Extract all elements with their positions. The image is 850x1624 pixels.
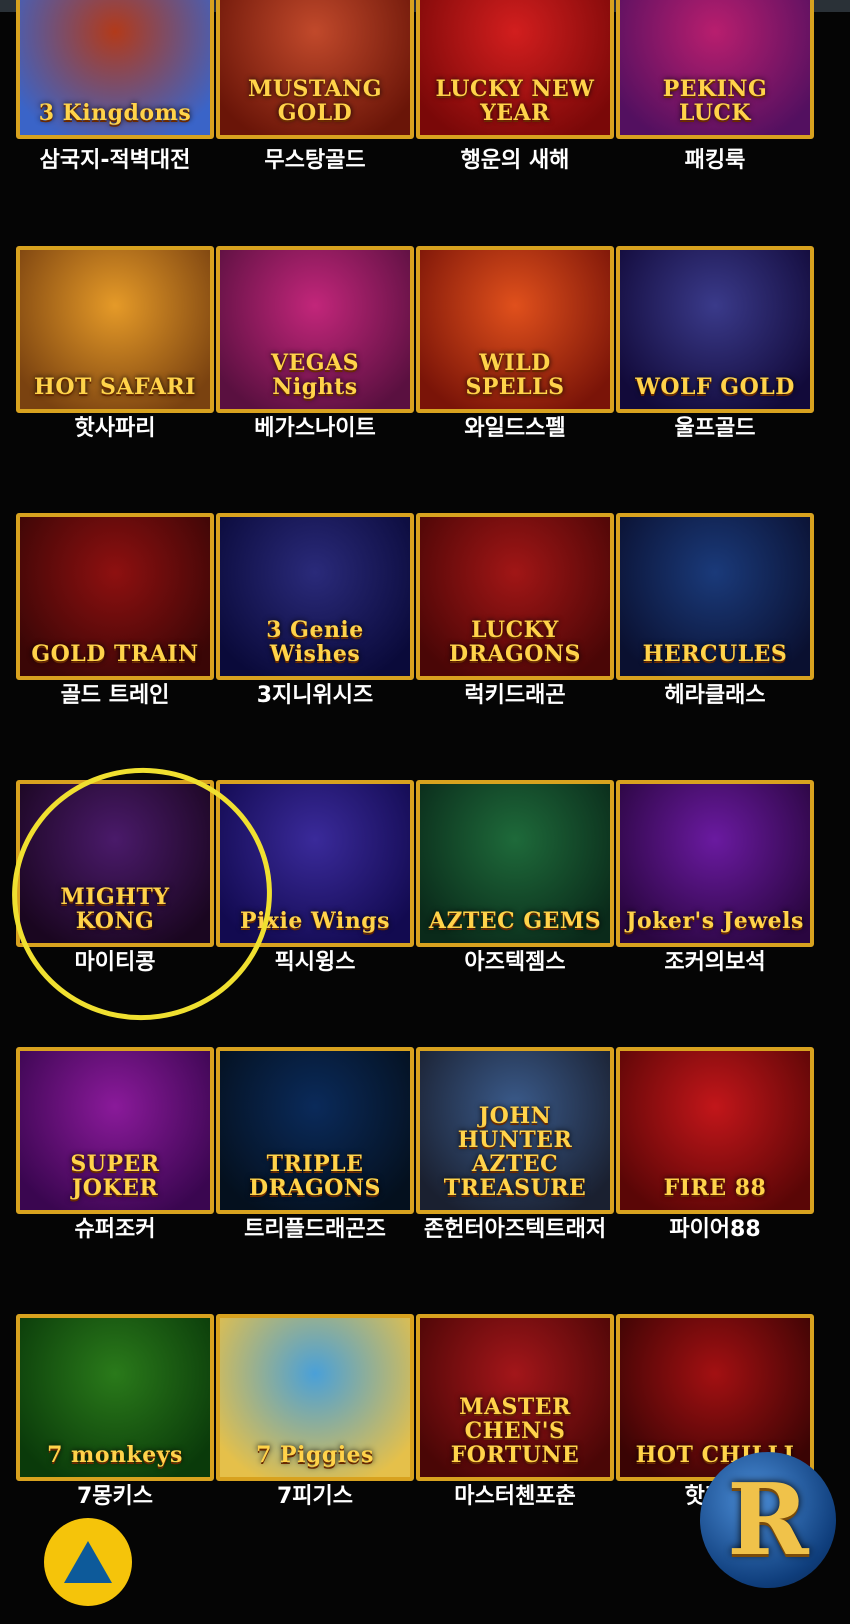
game-tile[interactable]: HOT SAFARI xyxy=(16,246,214,413)
game-tile[interactable]: MASTER CHEN'S FORTUNE xyxy=(416,1314,614,1481)
game-title[interactable]: 존헌터아즈텍트래저 xyxy=(410,1215,620,1245)
game-title[interactable]: 무스탕골드 xyxy=(210,146,420,176)
game-logo-text: MASTER CHEN'S FORTUNE xyxy=(450,1394,580,1468)
game-logo-text: GOLD TRAIN xyxy=(31,641,199,667)
game-title[interactable]: 아즈텍젬스 xyxy=(410,948,620,978)
game-title[interactable]: 핫사파리 xyxy=(10,414,220,444)
game-tile[interactable]: MUSTANG GOLD xyxy=(216,0,414,139)
game-logo-text: FIRE 88 xyxy=(663,1175,767,1201)
game-tile[interactable]: VEGAS Nights xyxy=(216,246,414,413)
game-tile[interactable]: WOLF GOLD xyxy=(616,246,814,413)
game-logo-text: 7 Piggies xyxy=(256,1442,374,1468)
game-tile[interactable]: LUCKY NEW YEAR xyxy=(416,0,614,139)
game-tile[interactable]: TRIPLE DRAGONS xyxy=(216,1047,414,1214)
game-tile[interactable]: Pixie Wings xyxy=(216,780,414,947)
game-title[interactable]: 7몽키스 xyxy=(10,1482,220,1512)
game-tile[interactable]: GOLD TRAIN xyxy=(16,513,214,680)
game-tile[interactable]: FIRE 88 xyxy=(616,1047,814,1214)
game-title[interactable]: 조커의보석 xyxy=(610,948,820,978)
r-logo-letter: R xyxy=(727,1462,809,1578)
game-title[interactable]: 럭키드래곤 xyxy=(410,681,620,711)
game-logo-text: PEKING LUCK xyxy=(662,76,768,126)
game-tile[interactable]: PEKING LUCK xyxy=(616,0,814,139)
game-title[interactable]: 마스터첸포춘 xyxy=(410,1482,620,1512)
game-logo-text: SUPER JOKER xyxy=(70,1151,160,1201)
game-title[interactable]: 베가스나이트 xyxy=(210,414,420,444)
game-title[interactable]: 픽시윙스 xyxy=(210,948,420,978)
game-tile[interactable]: LUCKY DRAGONS xyxy=(416,513,614,680)
game-logo-text: TRIPLE DRAGONS xyxy=(249,1151,381,1201)
game-title[interactable]: 파이어88 xyxy=(610,1215,820,1245)
game-title[interactable]: 3지니위시즈 xyxy=(210,681,420,711)
game-logo-text: HOT SAFARI xyxy=(34,374,196,400)
game-tile[interactable]: 3 Kingdoms xyxy=(16,0,214,139)
game-logo-text: Pixie Wings xyxy=(240,908,390,934)
game-tile[interactable]: MIGHTY KONG xyxy=(16,780,214,947)
game-logo-text: MUSTANG GOLD xyxy=(247,76,383,126)
game-title[interactable]: 7피기스 xyxy=(210,1482,420,1512)
game-tile[interactable]: Joker's Jewels xyxy=(616,780,814,947)
game-logo-text: MIGHTY KONG xyxy=(60,884,170,934)
game-logo-text: 3 Kingdoms xyxy=(38,100,192,126)
game-tile[interactable]: 7 monkeys xyxy=(16,1314,214,1481)
scroll-top-button[interactable] xyxy=(44,1518,132,1606)
game-tile[interactable]: AZTEC GEMS xyxy=(416,780,614,947)
game-title[interactable]: 울프골드 xyxy=(610,414,820,444)
game-title[interactable]: 마이티콩 xyxy=(10,948,220,978)
game-logo-text: LUCKY NEW YEAR xyxy=(435,76,595,126)
game-title[interactable]: 골드 트레인 xyxy=(10,681,220,711)
game-logo-text: 7 monkeys xyxy=(47,1442,183,1468)
game-tile[interactable]: SUPER JOKER xyxy=(16,1047,214,1214)
up-arrow-icon xyxy=(64,1541,112,1583)
r-logo-badge[interactable]: R xyxy=(700,1452,836,1588)
game-title[interactable]: 슈퍼조커 xyxy=(10,1215,220,1245)
game-logo-text: WILD SPELLS xyxy=(465,350,565,400)
game-title[interactable]: 행운의 새해 xyxy=(410,146,620,176)
game-title[interactable]: 삼국지-적벽대전 xyxy=(10,146,220,176)
game-logo-text: 3 Genie Wishes xyxy=(266,617,364,667)
game-tile[interactable]: 3 Genie Wishes xyxy=(216,513,414,680)
game-title[interactable]: 와일드스펠 xyxy=(410,414,620,444)
game-logo-text: WOLF GOLD xyxy=(635,374,795,400)
game-tile[interactable]: JOHN HUNTER AZTEC TREASURE xyxy=(416,1047,614,1214)
game-grid: 3 Kingdoms 삼국지-적벽대전 MUSTANG GOLD 무스탕골드 LUCKY… xyxy=(0,0,850,1624)
game-title[interactable]: 헤라클래스 xyxy=(610,681,820,711)
game-title[interactable]: 트리플드래곤즈 xyxy=(210,1215,420,1245)
game-logo-text: VEGAS Nights xyxy=(270,350,360,400)
game-title[interactable]: 패킹룩 xyxy=(610,146,820,176)
game-tile[interactable]: WILD SPELLS xyxy=(416,246,614,413)
game-logo-text: Joker's Jewels xyxy=(626,908,804,934)
game-logo-text: AZTEC GEMS xyxy=(428,908,602,934)
game-logo-text: HERCULES xyxy=(642,641,788,667)
game-logo-text: LUCKY DRAGONS xyxy=(449,617,581,667)
game-tile[interactable]: HERCULES xyxy=(616,513,814,680)
game-logo-text: JOHN HUNTER AZTEC TREASURE xyxy=(443,1103,587,1201)
game-tile[interactable]: 7 Piggies xyxy=(216,1314,414,1481)
